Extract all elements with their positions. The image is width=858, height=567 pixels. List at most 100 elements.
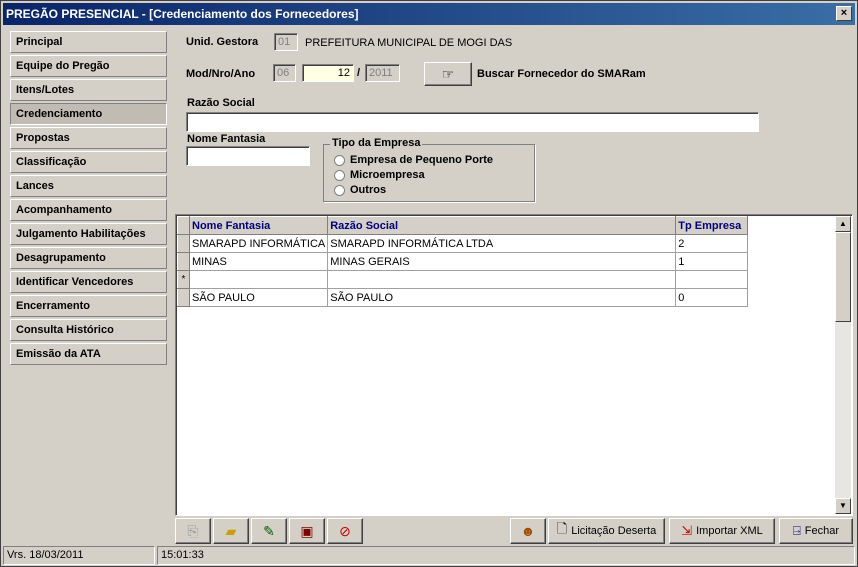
- scroll-down-icon[interactable]: ▼: [835, 498, 851, 514]
- cell-tp[interactable]: [675, 270, 749, 289]
- scroll-thumb[interactable]: [835, 232, 851, 322]
- header-indicator: [177, 216, 190, 235]
- edit-button[interactable]: ✎: [251, 518, 287, 544]
- status-time: 15:01:33: [157, 546, 855, 565]
- document-icon: 🗋: [556, 521, 568, 536]
- buscar-fornecedor-label: Buscar Fornecedor do SMARam: [477, 68, 646, 80]
- nome-fantasia-label: Nome Fantasia: [187, 133, 266, 145]
- modalidade-field: 06: [273, 64, 296, 82]
- radio-circle-icon: [334, 154, 345, 166]
- razao-social-label: Razão Social: [187, 97, 255, 109]
- table-row[interactable]: *: [177, 270, 749, 289]
- importar-xml-button[interactable]: ⇲ Importar XML: [669, 518, 775, 544]
- sidebar-item-classificacao[interactable]: Classificação: [10, 151, 167, 173]
- cell-tp[interactable]: 2: [675, 234, 749, 253]
- row-indicator: [177, 252, 190, 271]
- main-window: PREGÃO PRESENCIAL - [Credenciamento dos …: [0, 0, 858, 567]
- column-header[interactable]: Tp Empresa: [675, 216, 749, 235]
- buscar-fornecedor-button[interactable]: ☞: [424, 62, 472, 86]
- licitacao-deserta-label: Licitação Deserta: [571, 525, 657, 537]
- folder-icon: ▰: [225, 522, 237, 539]
- cell-fantasia[interactable]: [188, 270, 329, 289]
- sidebar-item-credenciamento[interactable]: Credenciamento: [10, 103, 167, 125]
- razao-social-input[interactable]: [186, 112, 759, 132]
- radio-label: Empresa de Pequeno Porte: [350, 154, 494, 166]
- cell-fantasia[interactable]: SÃO PAULO: [188, 288, 329, 307]
- status-version: Vrs. 18/03/2011: [3, 546, 155, 565]
- radio-circle-icon: [334, 184, 345, 196]
- cell-tp[interactable]: 0: [675, 288, 749, 307]
- window-title: PREGÃO PRESENCIAL - [Credenciamento dos …: [6, 7, 359, 21]
- sidebar-item-acompanhamento[interactable]: Acompanhamento: [10, 199, 167, 221]
- cell-tp[interactable]: 1: [675, 252, 749, 271]
- sidebar-item-identificar[interactable]: Identificar Vencedores: [10, 271, 167, 293]
- users-icon: ☻: [520, 523, 536, 539]
- cell-razao[interactable]: [327, 270, 677, 289]
- edit-icon: ✎: [263, 522, 275, 539]
- radio-outros[interactable]: Outros: [334, 184, 386, 196]
- import-icon: ⇲: [681, 523, 693, 538]
- ano-field: 2011: [365, 64, 400, 82]
- sidebar-item-propostas[interactable]: Propostas: [10, 127, 167, 149]
- sidebar-item-principal[interactable]: Principal: [10, 31, 167, 53]
- table-row[interactable]: SMARAPD INFORMÁTICA SMARAPD INFORMÁTICA …: [177, 234, 749, 253]
- scroll-up-icon[interactable]: ▲: [835, 216, 851, 232]
- tipo-empresa-title: Tipo da Empresa: [330, 137, 423, 149]
- radio-microempresa[interactable]: Microempresa: [334, 169, 425, 181]
- radio-pequeno-porte[interactable]: Empresa de Pequeno Porte: [334, 154, 493, 166]
- licitacao-deserta-button[interactable]: 🗋 Licitação Deserta: [548, 518, 665, 544]
- sidebar-item-lances[interactable]: Lances: [10, 175, 167, 197]
- copy-icon: ⎘: [187, 522, 199, 539]
- close-button[interactable]: ×: [836, 6, 852, 21]
- save-icon: ▣: [300, 522, 314, 539]
- unid-gestora-code-field: 01: [274, 33, 298, 51]
- cell-razao[interactable]: MINAS GERAIS: [327, 252, 677, 271]
- fornecedores-grid[interactable]: Nome Fantasia Razão Social Tp Empresa SM…: [175, 214, 853, 516]
- cell-fantasia[interactable]: MINAS: [188, 252, 329, 271]
- radio-label: Outros: [350, 184, 387, 196]
- row-indicator: [177, 234, 190, 253]
- title-bar: PREGÃO PRESENCIAL - [Credenciamento dos …: [3, 3, 855, 25]
- open-button[interactable]: ▰: [213, 518, 249, 544]
- nome-fantasia-input[interactable]: [186, 146, 310, 166]
- table-row[interactable]: MINAS MINAS GERAIS 1: [177, 252, 749, 271]
- sidebar-item-desagrupamento[interactable]: Desagrupamento: [10, 247, 167, 269]
- pointing-hand-icon: ☞: [441, 65, 455, 82]
- sidebar-item-consulta[interactable]: Consulta Histórico: [10, 319, 167, 341]
- users-button[interactable]: ☻: [510, 518, 546, 544]
- unid-gestora-name: PREFEITURA MUNICIPAL DE MOGI DAS: [305, 37, 513, 49]
- fornecedores-table: Nome Fantasia Razão Social Tp Empresa SM…: [177, 216, 749, 307]
- copy-button[interactable]: ⎘: [175, 518, 211, 544]
- cancel-icon: ⊘: [339, 522, 351, 539]
- cell-razao[interactable]: SÃO PAULO: [327, 288, 677, 307]
- numero-field[interactable]: 12: [302, 64, 354, 82]
- sidebar: Principal Equipe do Pregão Itens/Lotes C…: [10, 31, 168, 367]
- fechar-label: Fechar: [804, 525, 840, 537]
- table-header-row: Nome Fantasia Razão Social Tp Empresa: [177, 216, 749, 235]
- save-button[interactable]: ▣: [289, 518, 325, 544]
- radio-label: Microempresa: [350, 169, 425, 181]
- importar-xml-label: Importar XML: [696, 525, 763, 537]
- row-indicator: [177, 288, 190, 307]
- row-indicator: *: [177, 270, 190, 289]
- slash-separator: /: [357, 67, 361, 79]
- table-row[interactable]: SÃO PAULO SÃO PAULO 0: [177, 288, 749, 307]
- sidebar-item-emissao-ata[interactable]: Emissão da ATA: [10, 343, 167, 365]
- tipo-empresa-group: Tipo da Empresa Empresa de Pequeno Porte…: [323, 137, 535, 202]
- sidebar-item-julgamento[interactable]: Julgamento Habilitações: [10, 223, 167, 245]
- vertical-scrollbar[interactable]: ▲ ▼: [835, 216, 851, 514]
- exit-door-icon: ⍈: [792, 523, 801, 538]
- cell-razao[interactable]: SMARAPD INFORMÁTICA LTDA: [327, 234, 677, 253]
- unid-gestora-label: Unid. Gestora: [186, 36, 259, 48]
- column-header[interactable]: Razão Social: [327, 216, 677, 235]
- radio-circle-icon: [334, 169, 345, 181]
- sidebar-item-itens-lotes[interactable]: Itens/Lotes: [10, 79, 167, 101]
- status-bar: Vrs. 18/03/2011 15:01:33: [3, 546, 855, 565]
- sidebar-item-equipe[interactable]: Equipe do Pregão: [10, 55, 167, 77]
- cancel-button[interactable]: ⊘: [327, 518, 363, 544]
- cell-fantasia[interactable]: SMARAPD INFORMÁTICA: [188, 234, 329, 253]
- column-header[interactable]: Nome Fantasia: [188, 216, 329, 235]
- mod-nro-ano-label: Mod/Nro/Ano: [186, 68, 256, 80]
- fechar-button[interactable]: ⍈ Fechar: [779, 518, 853, 544]
- sidebar-item-encerramento[interactable]: Encerramento: [10, 295, 167, 317]
